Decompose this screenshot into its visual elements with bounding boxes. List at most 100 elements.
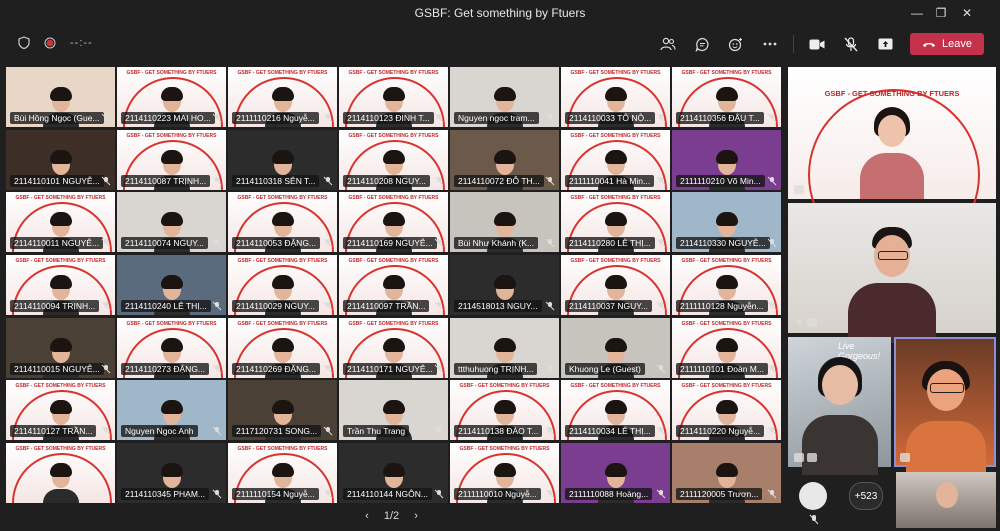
mic-off-icon: [323, 113, 333, 123]
participant-tile[interactable]: GSBF - GET SOMETHING BY FTUERS 2111110010…: [450, 442, 559, 503]
participant-name: 2114110123 ĐINH T...: [343, 112, 434, 124]
participant-tile[interactable]: 2114110345 PHẠM...: [117, 442, 226, 503]
participant-tile[interactable]: GSBF - GET SOMETHING BY FTUERS 2114110034…: [561, 380, 670, 441]
featured-video-speaker[interactable]: [788, 203, 996, 343]
participant-avatar: [41, 462, 81, 503]
participant-name: Bùi Như Khánh (K...: [454, 237, 539, 250]
participant-tile[interactable]: 2114110101 NGUYỄ...: [6, 129, 115, 190]
participant-tile[interactable]: 2114110318 SÊN T...: [228, 129, 337, 190]
participant-avatar: [860, 107, 924, 199]
participant-tile[interactable]: GSBF - GET SOMETHING BY FTUERS 2114110208…: [339, 129, 448, 190]
mic-off-icon: [212, 364, 222, 373]
share-button[interactable]: [870, 32, 900, 56]
participant-name: 2114110127 TRẦN...: [10, 425, 97, 438]
maximize-icon[interactable]: ❐: [930, 4, 952, 22]
participant-tile[interactable]: 2114110240 LÊ THỊ...: [117, 254, 226, 315]
participant-tile[interactable]: GSBF - GET SOMETHING BY FTUERS 2111110216…: [228, 67, 337, 127]
participant-name: 2114110280 LÊ THỊ...: [565, 237, 655, 250]
participant-name: 2114110356 ĐẬU T...: [676, 112, 764, 124]
participant-tile[interactable]: 2117120731 SONG...: [228, 380, 337, 441]
participant-tile[interactable]: GSBF - GET SOMETHING BY FTUERS 2114110123…: [339, 67, 448, 127]
participant-avatar: [802, 357, 878, 475]
participant-tile[interactable]: 2111110210 Võ Min...: [672, 129, 781, 190]
chat-button[interactable]: [687, 32, 717, 56]
participant-tile[interactable]: GSBF - GET SOMETHING BY FTUERS: [6, 442, 115, 503]
participant-name: Trần Thu Trang: [343, 425, 410, 438]
participant-tile[interactable]: GSBF - GET SOMETHING BY FTUERS 2114110269…: [228, 317, 337, 378]
participant-tile[interactable]: GSBF - GET SOMETHING BY FTUERS 2114110029…: [228, 254, 337, 315]
participant-name: Nguyen ngoc tram...: [454, 112, 539, 124]
participant-tile[interactable]: Nguyen Ngoc Anh: [117, 380, 226, 441]
participant-tile[interactable]: GSBF - GET SOMETHING BY FTUERS 2111110101…: [672, 317, 781, 378]
tile-banner-text: GSBF - GET SOMETHING BY FTUERS: [570, 132, 661, 139]
participant-tile[interactable]: 2111110088 Hoàng...: [561, 442, 670, 503]
participant-name: 2114110097 TRẦN...: [343, 299, 430, 312]
participant-tile[interactable]: Bùi Hồng Ngọc (Gue...: [6, 67, 115, 127]
participant-tile[interactable]: GSBF - GET SOMETHING BY FTUERS 2114110053…: [228, 192, 337, 253]
participant-tile[interactable]: Khuong Le (Guest): [561, 317, 670, 378]
participant-tile[interactable]: GSBF - GET SOMETHING BY FTUERS 2114110127…: [6, 380, 115, 441]
featured-video-active-speaker[interactable]: [894, 337, 996, 481]
self-video-preview[interactable]: [896, 472, 996, 528]
participant-tile[interactable]: Nguyen ngoc tram...: [450, 67, 559, 127]
participant-name: 2114110011 NGUYỄ...: [10, 237, 104, 250]
participant-name: 2111110216 Nguyễ...: [232, 112, 319, 124]
mic-off-icon: [323, 238, 333, 248]
participant-tile[interactable]: GSBF - GET SOMETHING BY FTUERS 2114110171…: [339, 317, 448, 378]
participant-name: 2111110128 Nguyễn...: [676, 299, 768, 312]
participant-tile[interactable]: GSBF - GET SOMETHING BY FTUERS 2114110097…: [339, 254, 448, 315]
share-icon: [878, 38, 893, 50]
participant-tile[interactable]: GSBF - GET SOMETHING BY FTUERS 2114110011…: [6, 192, 115, 253]
mic-button[interactable]: [836, 32, 866, 56]
participant-tile[interactable]: GSBF - GET SOMETHING BY FTUERS 2114110037…: [561, 254, 670, 315]
window-title: GSBF: Get something by Ftuers: [414, 6, 586, 20]
participant-tile[interactable]: ttthuhuong TRỊNH...: [450, 317, 559, 378]
participant-tile[interactable]: GSBF - GET SOMETHING BY FTUERS 2114110169…: [339, 192, 448, 253]
participant-name: 2114110318 SÊN T...: [232, 174, 320, 187]
more-participants-button[interactable]: +523: [849, 482, 883, 510]
self-avatar[interactable]: [799, 482, 827, 510]
tile-banner-text: GSBF - GET SOMETHING BY FTUERS: [681, 383, 772, 390]
people-button[interactable]: [653, 32, 683, 56]
chevron-left-icon[interactable]: ‹: [365, 510, 369, 522]
mic-off-icon: [844, 36, 858, 51]
participant-name: 2114110037 NGUY...: [565, 299, 652, 312]
featured-video-banner[interactable]: GSBF - GET SOMETHING BY FTUERS: [788, 67, 996, 261]
participant-tile[interactable]: GSBF - GET SOMETHING BY FTUERS 2114110033…: [561, 67, 670, 127]
participant-tile[interactable]: GSBF - GET SOMETHING BY FTUERS 2114110220…: [672, 380, 781, 441]
participant-tile[interactable]: GSBF - GET SOMETHING BY FTUERS 2114110273…: [117, 317, 226, 378]
mic-off-icon: [101, 176, 111, 186]
participant-tile[interactable]: GSBF - GET SOMETHING BY FTUERS 2111110128…: [672, 254, 781, 315]
participant-tile[interactable]: 2114518013 NGUY...: [450, 254, 559, 315]
participant-tile[interactable]: 2114110072 ĐỖ TH...: [450, 129, 559, 190]
mic-off-icon: [767, 176, 777, 186]
minimize-icon[interactable]: —: [906, 4, 928, 22]
react-button[interactable]: [721, 32, 751, 56]
participant-tile[interactable]: Bùi Như Khánh (K...: [450, 192, 559, 253]
participant-tile[interactable]: Trần Thu Trang: [339, 380, 448, 441]
recording-icon: [44, 37, 56, 48]
participant-tile[interactable]: 2114110015 NGUYỄ...: [6, 317, 115, 378]
participant-tile[interactable]: GSBF - GET SOMETHING BY FTUERS 2114110280…: [561, 192, 670, 253]
close-icon[interactable]: ✕: [956, 4, 978, 22]
mic-off-icon: [767, 238, 777, 248]
participant-tile[interactable]: GSBF - GET SOMETHING BY FTUERS 2111110154…: [228, 442, 337, 503]
participant-tile[interactable]: 2114110074 NGUY...: [117, 192, 226, 253]
more-button[interactable]: [755, 32, 785, 56]
participant-tile[interactable]: GSBF - GET SOMETHING BY FTUERS 2114110087…: [117, 129, 226, 190]
participant-tile[interactable]: GSBF - GET SOMETHING BY FTUERS 2114110356…: [672, 67, 781, 127]
mic-off-icon: [212, 113, 222, 123]
participant-tile[interactable]: 2111120005 Trươn...: [672, 442, 781, 503]
participant-tile[interactable]: GSBF - GET SOMETHING BY FTUERS 2114110094…: [6, 254, 115, 315]
chevron-right-icon[interactable]: ›: [414, 510, 418, 522]
mic-off-icon: [656, 113, 666, 123]
participant-tile[interactable]: 2114110330 NGUYỄ...: [672, 192, 781, 253]
participant-tile[interactable]: 2114110144 NGÔN...: [339, 442, 448, 503]
featured-video-host[interactable]: Live Gorgeous!: [788, 337, 891, 475]
leave-button[interactable]: Leave: [910, 33, 984, 55]
mic-off-icon: [767, 364, 777, 373]
participant-tile[interactable]: GSBF - GET SOMETHING BY FTUERS 2114110138…: [450, 380, 559, 441]
camera-button[interactable]: [802, 32, 832, 56]
participant-tile[interactable]: GSBF - GET SOMETHING BY FTUERS 2114110223…: [117, 67, 226, 127]
participant-tile[interactable]: GSBF - GET SOMETHING BY FTUERS 2111110041…: [561, 129, 670, 190]
